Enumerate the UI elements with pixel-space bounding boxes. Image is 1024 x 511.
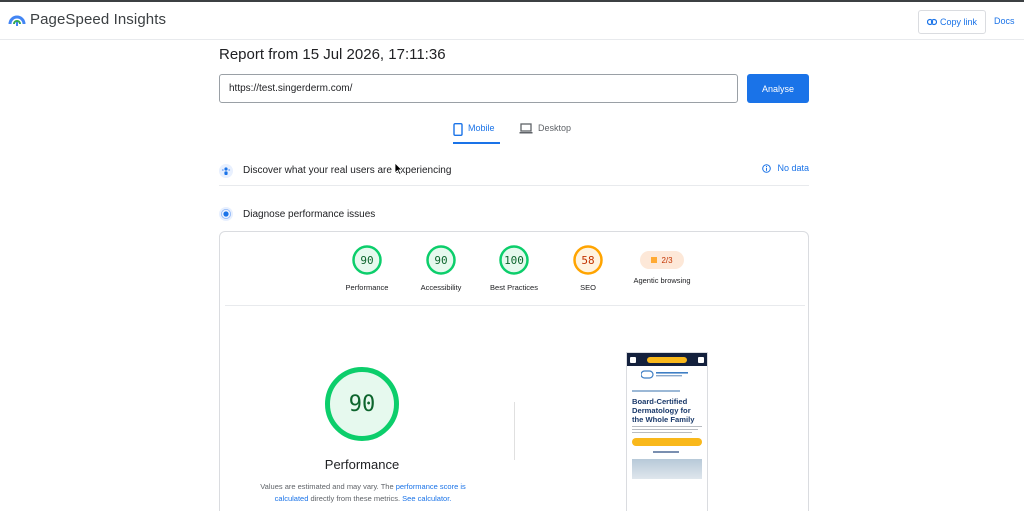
- gauge-label: SEO: [580, 283, 596, 292]
- thumbnail-text-line: [632, 431, 692, 433]
- crux-title: Discover what your real users are experi…: [243, 165, 452, 176]
- gauge-value: 100: [504, 253, 524, 267]
- copy-link-button[interactable]: Copy link: [918, 10, 986, 34]
- vertical-divider: [514, 402, 515, 460]
- app-title: PageSpeed Insights: [30, 11, 167, 28]
- gauge-agentic-browsing[interactable]: 2/3 Agentic browsing: [622, 244, 702, 285]
- agentic-badge: 2/3: [640, 251, 684, 269]
- users-icon: [219, 163, 233, 178]
- thumbnail-headline: Board-Certified Dermatology for the Whol…: [632, 397, 695, 424]
- thumbnail-header: [627, 353, 707, 366]
- thumbnail-phone-icon: [630, 356, 636, 363]
- thumbnail-logo-icon: [640, 370, 688, 379]
- agentic-value: 2/3: [661, 255, 673, 265]
- thumbnail-image: [632, 459, 702, 479]
- info-icon: [762, 163, 772, 173]
- score-gauges: 90 Performance 90 Accessibility 100 Best…: [220, 232, 808, 304]
- gauge-accessibility[interactable]: 90 Accessibility: [401, 244, 481, 292]
- crux-status: No data: [762, 163, 809, 173]
- thumbnail-text-line: [632, 425, 702, 427]
- top-bar: PageSpeed Insights Copy link Docs: [0, 2, 1024, 40]
- page-screenshot-thumbnail: Board-Certified Dermatology for the Whol…: [626, 352, 708, 511]
- performance-label: Performance: [324, 457, 400, 472]
- thumbnail-kicker: [632, 390, 680, 392]
- performance-note: Values are estimated and may vary. The p…: [248, 481, 478, 505]
- thumbnail-appointment-button: [632, 438, 702, 446]
- docs-link[interactable]: Docs: [994, 16, 1015, 26]
- note-text: Values are estimated and may vary. The: [260, 482, 396, 491]
- tab-mobile-label: Mobile: [468, 123, 495, 133]
- average-square-icon: [651, 257, 658, 263]
- lab-icon: [219, 207, 233, 221]
- gauge-value: 90: [360, 253, 374, 267]
- analyse-button[interactable]: Analyse: [747, 74, 809, 103]
- gauge-value: 90: [434, 253, 448, 267]
- diagnose-section-header: Diagnose performance issues: [219, 204, 809, 224]
- performance-big-gauge: 90: [324, 366, 400, 442]
- gauge-label: Best Practices: [490, 283, 538, 292]
- gauge-value: 58: [581, 253, 595, 267]
- laptop-icon: [519, 123, 533, 134]
- phone-icon: [453, 123, 463, 136]
- gauges-divider: [225, 305, 805, 306]
- gauge-best-practices[interactable]: 100 Best Practices: [474, 244, 554, 292]
- thumbnail-menu-icon: [698, 356, 704, 363]
- performance-score: 90: [348, 391, 376, 417]
- crux-section-header[interactable]: Discover what your real users are experi…: [219, 156, 809, 186]
- gauge-performance[interactable]: 90 Performance: [327, 244, 407, 292]
- gauge-seo[interactable]: 58 SEO: [548, 244, 628, 292]
- copy-link-label: Copy link: [939, 17, 977, 27]
- gauge-label: Performance: [345, 283, 389, 292]
- url-input[interactable]: [219, 74, 738, 103]
- thumbnail-cta-pill: [647, 356, 687, 363]
- report-title: Report from 15 Jul 2026, 17:11:36: [219, 46, 446, 63]
- gauge-label: Agentic browsing: [633, 276, 691, 285]
- no-data-label: No data: [777, 163, 809, 173]
- link-icon: [926, 18, 937, 26]
- tab-desktop-label: Desktop: [538, 123, 572, 133]
- thumbnail-text-line: [632, 428, 698, 430]
- gauge-label: Accessibility: [420, 283, 462, 292]
- mouse-cursor-icon: [394, 162, 403, 175]
- see-calculator-link[interactable]: See calculator.: [402, 494, 451, 503]
- tab-mobile[interactable]: Mobile: [453, 118, 500, 144]
- tab-desktop[interactable]: Desktop: [519, 118, 579, 144]
- thumbnail-link: [653, 451, 679, 453]
- pagespeed-logo-icon: [8, 15, 26, 26]
- note-text: directly from these metrics.: [308, 494, 403, 503]
- diagnostics-card: 90 Performance 90 Accessibility 100 Best…: [219, 231, 809, 511]
- diagnose-title: Diagnose performance issues: [243, 208, 376, 220]
